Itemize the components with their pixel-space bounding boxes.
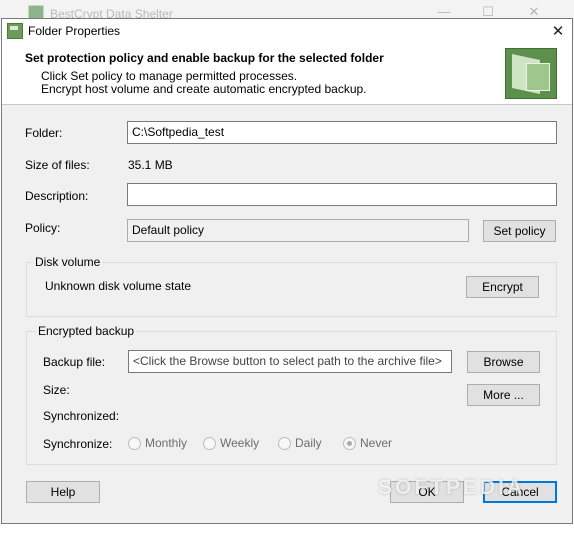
set-policy-button[interactable]: Set policy bbox=[483, 220, 556, 242]
radio-daily[interactable]: Daily bbox=[278, 436, 322, 450]
folder-shield-icon bbox=[7, 23, 23, 39]
header-instruction-2: Encrypt host volume and create automatic… bbox=[41, 82, 367, 96]
policy-label: Policy: bbox=[25, 221, 61, 235]
size-of-files-value: 35.1 MB bbox=[128, 158, 173, 172]
dialog-close-button[interactable]: ✕ bbox=[546, 21, 570, 42]
disk-volume-title: Disk volume bbox=[33, 255, 103, 269]
radio-never-label: Never bbox=[360, 436, 393, 450]
dialog-titlebar: Folder Properties ✕ bbox=[2, 19, 572, 44]
policy-field: Default policy bbox=[127, 219, 469, 242]
dialog-title: Folder Properties bbox=[28, 24, 121, 38]
more-button[interactable]: More ... bbox=[467, 384, 540, 406]
radio-weekly[interactable]: Weekly bbox=[203, 436, 259, 450]
encrypt-button[interactable]: Encrypt bbox=[466, 276, 539, 298]
dialog-header: Set protection policy and enable backup … bbox=[2, 44, 572, 105]
radio-circle-icon bbox=[128, 436, 141, 450]
softpedia-watermark: SOFTPEDIA bbox=[378, 476, 526, 499]
radio-circle-icon bbox=[203, 436, 216, 450]
folder-label: Folder: bbox=[25, 126, 63, 140]
radio-circle-icon bbox=[278, 436, 291, 450]
header-instruction-1: Click Set policy to manage permitted pro… bbox=[41, 69, 298, 83]
folder-input[interactable]: C:\Softpedia_test bbox=[127, 121, 557, 144]
backup-size-label: Size: bbox=[43, 383, 70, 397]
browse-button[interactable]: Browse bbox=[467, 351, 540, 373]
encrypted-backup-group: Encrypted backup Backup file: <Click the… bbox=[26, 324, 557, 465]
radio-monthly[interactable]: Monthly bbox=[128, 436, 187, 450]
radio-selected-icon bbox=[343, 436, 356, 450]
description-input[interactable] bbox=[127, 183, 557, 206]
synchronize-label: Synchronize: bbox=[43, 437, 113, 451]
disk-volume-group: Disk volume Unknown disk volume state En… bbox=[26, 255, 557, 317]
help-button[interactable]: Help bbox=[26, 481, 100, 503]
radio-weekly-label: Weekly bbox=[220, 436, 260, 450]
size-of-files-label: Size of files: bbox=[25, 158, 90, 172]
backup-file-label: Backup file: bbox=[43, 355, 106, 369]
description-label: Description: bbox=[25, 189, 89, 203]
header-title: Set protection policy and enable backup … bbox=[25, 51, 384, 65]
folder-properties-dialog: Folder Properties ✕ Set protection polic… bbox=[1, 18, 573, 524]
disk-volume-state: Unknown disk volume state bbox=[45, 279, 192, 293]
radio-daily-label: Daily bbox=[295, 436, 322, 450]
backup-file-input[interactable]: <Click the Browse button to select path … bbox=[128, 350, 452, 373]
folder-banner-icon bbox=[505, 48, 557, 99]
radio-never[interactable]: Never bbox=[343, 436, 392, 450]
encrypted-backup-title: Encrypted backup bbox=[36, 324, 137, 338]
synchronized-label: Synchronized: bbox=[43, 409, 120, 423]
radio-monthly-label: Monthly bbox=[145, 436, 188, 450]
